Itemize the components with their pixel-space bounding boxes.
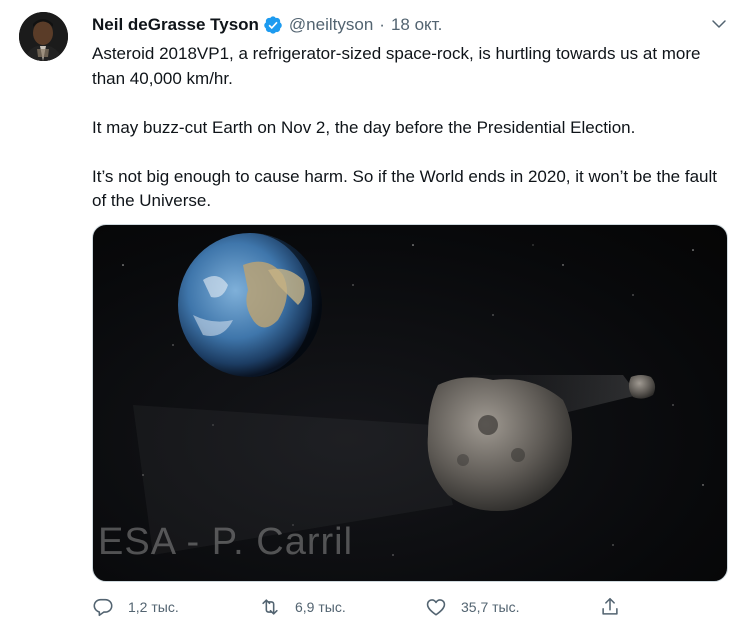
tweet-paragraph: It’s not big enough to cause harm. So if… — [92, 166, 717, 211]
like-button[interactable]: 35,7 тыс. — [425, 596, 520, 618]
reply-count: 1,2 тыс. — [128, 599, 179, 615]
share-icon — [602, 597, 618, 615]
share-button[interactable] — [599, 596, 621, 618]
tweet-paragraph: Asteroid 2018VP1, a refrigerator-sized s… — [92, 44, 701, 88]
author-name[interactable]: Neil deGrasse Tyson — [92, 15, 259, 35]
avatar-portrait — [19, 12, 68, 61]
retweet-button[interactable]: 6,9 тыс. — [259, 596, 346, 618]
more-options-button[interactable] — [707, 14, 731, 34]
tweet-actions: 1,2 тыс. 6,9 тыс. 35,7 тыс. — [92, 596, 632, 620]
avatar[interactable] — [19, 12, 68, 61]
reply-button[interactable]: 1,2 тыс. — [92, 596, 179, 618]
like-count: 35,7 тыс. — [461, 599, 520, 615]
image-watermark: ESA - P. Carril — [98, 521, 354, 563]
reply-icon — [93, 598, 113, 617]
tweet-date[interactable]: 18 окт. — [391, 15, 442, 35]
tweet-image[interactable]: ESA - P. Carril — [92, 224, 728, 582]
tweet-paragraph: It may buzz-cut Earth on Nov 2, the day … — [92, 117, 636, 137]
tweet[interactable]: Neil deGrasse Tyson @neiltyson · 18 окт.… — [0, 0, 748, 633]
author-handle[interactable]: @neiltyson — [289, 15, 373, 35]
heart-icon — [426, 599, 446, 616]
verified-badge-icon — [263, 15, 283, 35]
chevron-down-icon — [712, 20, 726, 28]
header-separator: · — [379, 15, 385, 34]
retweet-count: 6,9 тыс. — [295, 599, 346, 615]
tweet-header: Neil deGrasse Tyson @neiltyson · 18 окт. — [92, 13, 442, 37]
retweet-icon — [262, 599, 278, 615]
tweet-text: Asteroid 2018VP1, a refrigerator-sized s… — [92, 42, 732, 214]
